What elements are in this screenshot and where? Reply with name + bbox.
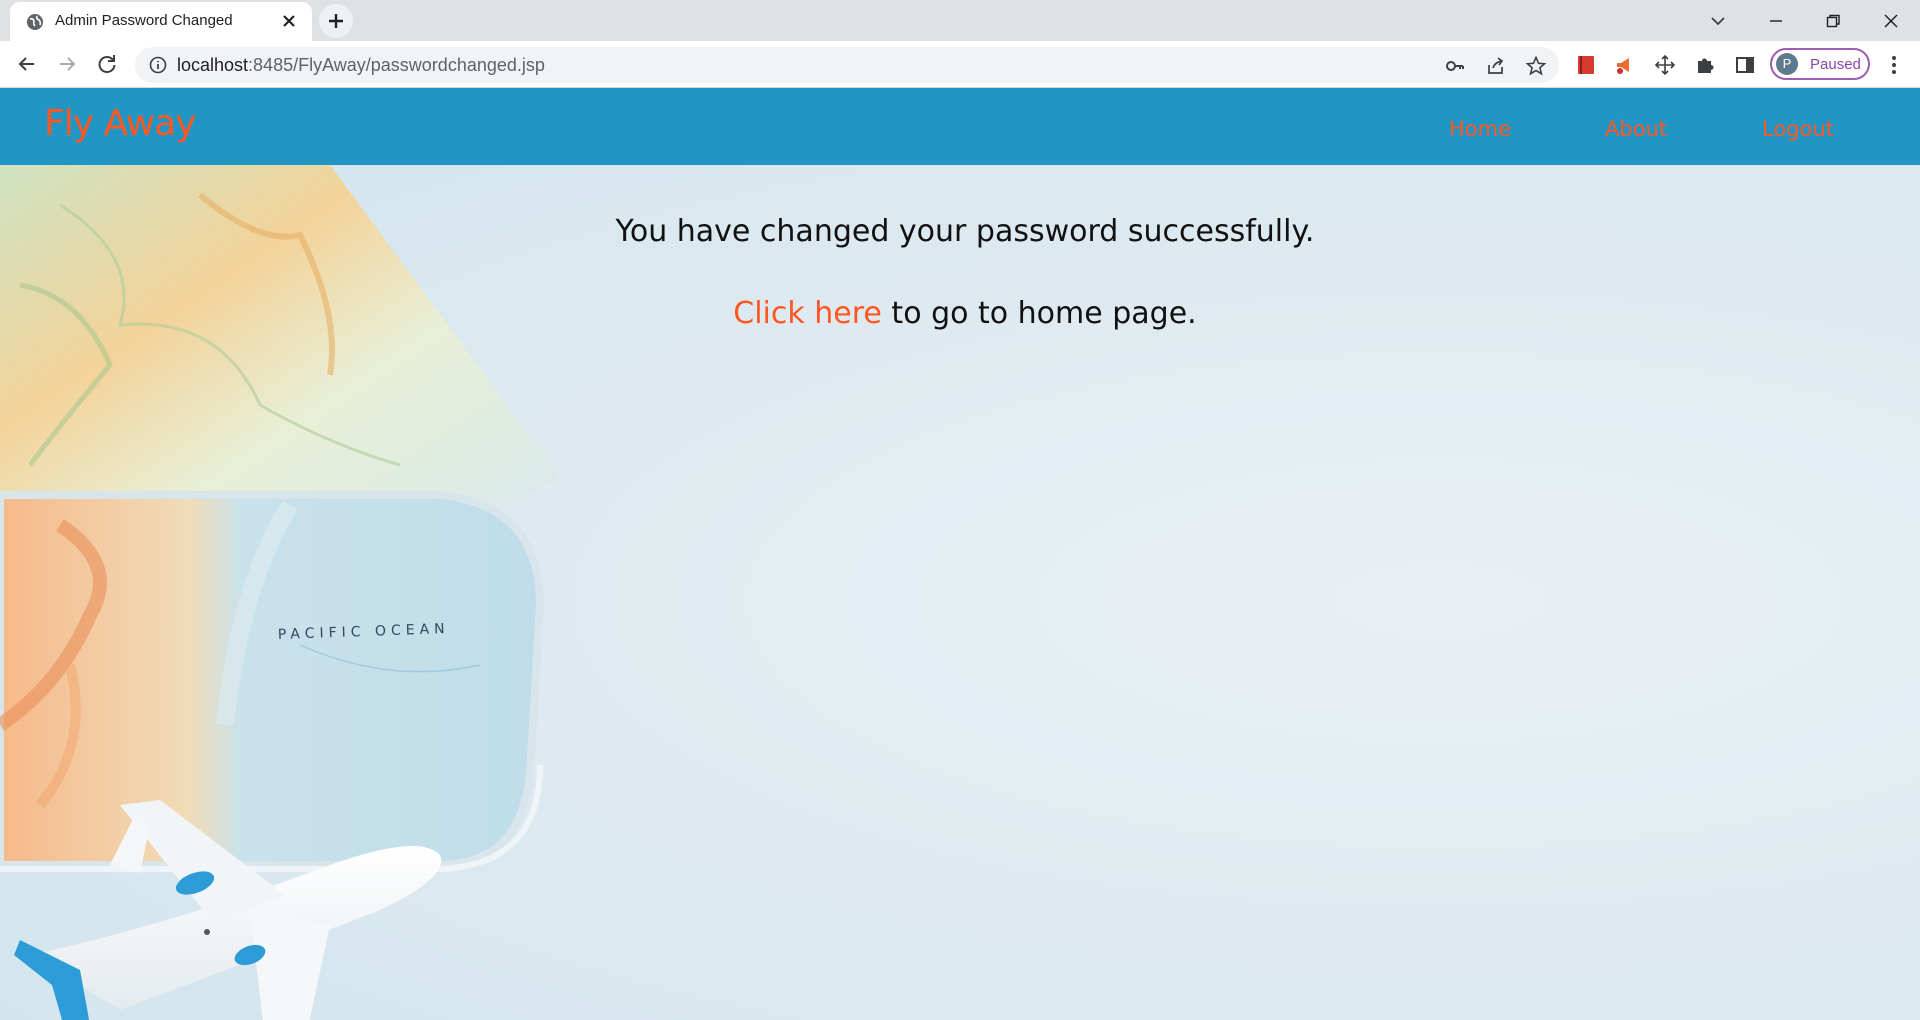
back-arrow-icon[interactable] [12,49,42,79]
globe-icon [27,14,43,30]
share-icon[interactable] [1485,55,1507,77]
nav-link-about[interactable]: About [1605,117,1667,141]
click-here-link[interactable]: Click here [733,296,882,331]
site-info-icon[interactable] [149,56,167,74]
tab-title: Admin Password Changed [55,12,233,29]
browser-toolbar: localhost:8485/FlyAway/passwordchanged.j… [0,41,1920,88]
extension-megaphone-icon[interactable] [1613,53,1637,77]
browser-tab-strip: Admin Password Changed [0,0,1920,41]
plus-icon [329,14,343,28]
page-content: PACIFIC OCEAN Fly Away Home About Logout… [0,88,1920,1020]
home-link-suffix: to go to home page. [881,296,1197,331]
home-link-sentence: Click here to go to home page. [0,296,1920,331]
nav-link-logout[interactable]: Logout [1762,117,1834,141]
close-window-icon[interactable] [1874,4,1908,38]
browser-tab[interactable]: Admin Password Changed [10,2,312,41]
new-tab-button[interactable] [319,4,353,38]
bookmark-star-icon[interactable] [1525,55,1547,77]
nav-link-home[interactable]: Home [1449,117,1511,141]
extensions-puzzle-icon[interactable] [1693,53,1717,77]
extension-move-icon[interactable] [1653,53,1677,77]
restore-icon[interactable] [1816,4,1850,38]
profile-button[interactable]: P Paused [1770,48,1870,80]
forward-arrow-icon[interactable] [52,49,82,79]
success-message: You have changed your password successfu… [615,214,1315,249]
more-menu-icon[interactable] [1882,53,1906,77]
extension-book-icon[interactable] [1574,53,1598,77]
url-text[interactable]: localhost:8485/FlyAway/passwordchanged.j… [177,55,545,76]
brand-logo[interactable]: Fly Away [44,103,196,144]
address-bar[interactable]: localhost:8485/FlyAway/passwordchanged.j… [135,47,1559,83]
background-image: PACIFIC OCEAN [0,165,560,1020]
profile-status: Paused [1810,56,1861,73]
password-key-icon[interactable] [1444,55,1466,77]
minimize-icon[interactable] [1759,4,1793,38]
avatar: P [1776,53,1798,75]
url-host: localhost [177,55,249,75]
site-navbar: Fly Away Home About Logout [0,88,1920,165]
side-panel-icon[interactable] [1733,53,1757,77]
url-path: :8485/FlyAway/passwordchanged.jsp [248,55,545,75]
tab-search-chevron-icon[interactable] [1701,4,1735,38]
close-tab-icon[interactable] [278,10,300,32]
reload-icon[interactable] [92,49,122,79]
